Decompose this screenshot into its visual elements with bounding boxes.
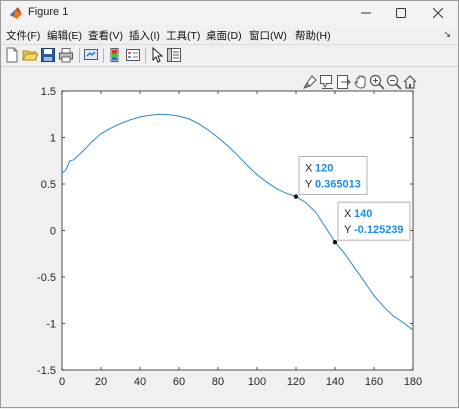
y-tick-label: 0 (50, 226, 56, 238)
x-tick-label: 40 (134, 376, 146, 388)
y-tick-label: 1.5 (41, 86, 56, 98)
datatip-x-label: X (344, 208, 352, 220)
x-tick-label: 160 (365, 376, 383, 388)
x-tick-label: 60 (173, 376, 185, 388)
datatip-x-label: X (305, 163, 313, 175)
x-tick-label: 180 (404, 376, 422, 388)
x-tick-label: 0 (59, 376, 65, 388)
datatip-x-value: 140 (354, 208, 372, 220)
y-tick-label: 1 (50, 133, 56, 145)
datatip-y-value: -0.125239 (354, 224, 404, 236)
datatip-marker[interactable] (293, 194, 299, 199)
datatip-y-label: Y (344, 224, 352, 236)
x-tick-label: 20 (95, 376, 107, 388)
y-tick-label: -1.5 (37, 365, 56, 377)
y-tick-label: -0.5 (37, 272, 56, 284)
plot-canvas[interactable]: 0 20 40 60 80 100 120 140 160 180 1.5 1 0.5 0 -0.5 -1 -… (1, 1, 459, 409)
y-tick-label: -1 (46, 319, 56, 331)
x-tick-label: 140 (326, 376, 344, 388)
y-tick-label: 0.5 (41, 179, 56, 191)
x-tick-label: 120 (287, 376, 305, 388)
x-tick-label: 80 (212, 376, 224, 388)
datatip-x-value: 120 (315, 163, 333, 175)
x-tick-label: 100 (248, 376, 266, 388)
figure-window: Figure 1 文件(F) 编辑(E) 查看(V) 插入(I) 工具(T) 桌… (0, 0, 459, 408)
datatip-marker[interactable] (332, 239, 338, 245)
datatip-y-label: Y (305, 179, 313, 191)
datatip-y-value: 0.365013 (315, 179, 361, 191)
